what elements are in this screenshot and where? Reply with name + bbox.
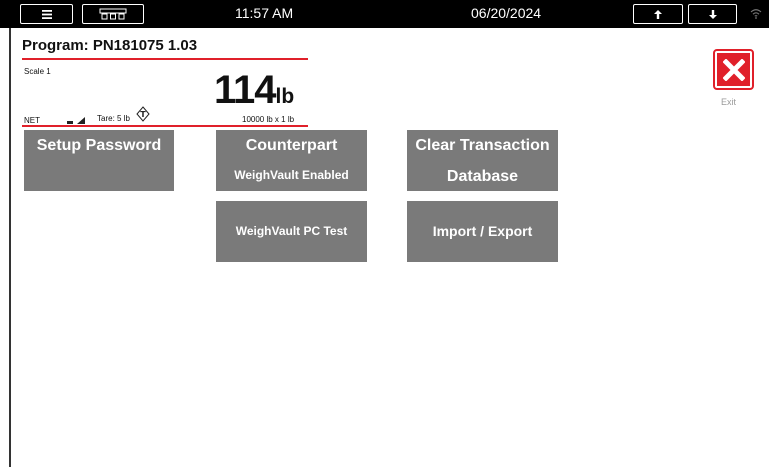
close-icon	[722, 58, 745, 81]
net-indicator: NET	[24, 116, 40, 125]
import-export-button[interactable]: Import / Export	[407, 201, 558, 262]
counterpart-button[interactable]: Counterpart WeighVault Enabled	[216, 130, 367, 191]
program-title: Program: PN181075 1.03	[22, 37, 198, 54]
exit-button-face	[717, 53, 750, 86]
clear-transaction-label: Clear Transaction	[415, 137, 550, 154]
counterpart-status: WeighVault Enabled	[234, 168, 349, 182]
exit-button[interactable]	[713, 49, 754, 90]
scale-name: Scale 1	[24, 67, 51, 76]
weight-unit: lb	[275, 85, 295, 108]
clock-time: 11:57 AM	[235, 5, 294, 21]
counterpart-label: Counterpart	[245, 137, 338, 154]
weighvault-pc-test-button[interactable]: WeighVault PC Test	[216, 201, 367, 262]
tare-value: Tare: 5 lb	[97, 114, 130, 123]
hamburger-menu-icon	[41, 9, 52, 19]
wifi-icon	[750, 9, 762, 19]
tare-indicator-icon: T	[136, 106, 150, 122]
scroll-up-button[interactable]	[633, 4, 683, 24]
header-divider-bottom	[22, 125, 308, 127]
current-date: 06/20/2024	[471, 5, 542, 21]
clear-transaction-database-button[interactable]: Clear Transaction Database	[407, 130, 558, 191]
exit-label: Exit	[721, 97, 737, 107]
arrow-down-icon	[708, 9, 717, 19]
import-export-label: Import / Export	[432, 223, 533, 239]
pc-test-label: WeighVault PC Test	[235, 224, 348, 238]
svg-text:T: T	[140, 110, 146, 119]
arrow-up-icon	[654, 9, 662, 19]
setup-password-button[interactable]: Setup Password	[24, 130, 174, 191]
scale-select-icon	[99, 8, 127, 20]
scale-select-button[interactable]	[82, 4, 144, 24]
weight-value: 114	[214, 68, 277, 112]
header-divider-top	[22, 58, 308, 60]
motion-indicator-icon	[67, 117, 85, 124]
main-panel	[9, 0, 769, 467]
scroll-down-button[interactable]	[688, 4, 737, 24]
setup-password-label: Setup Password	[36, 137, 162, 154]
top-status-bar: 11:57 AM 06/20/2024	[0, 0, 769, 28]
scale-capacity: 10000 lb x 1 lb	[242, 115, 295, 124]
clear-database-label: Database	[446, 168, 519, 185]
menu-button[interactable]	[20, 4, 73, 24]
weight-display: 114lb	[214, 68, 294, 113]
